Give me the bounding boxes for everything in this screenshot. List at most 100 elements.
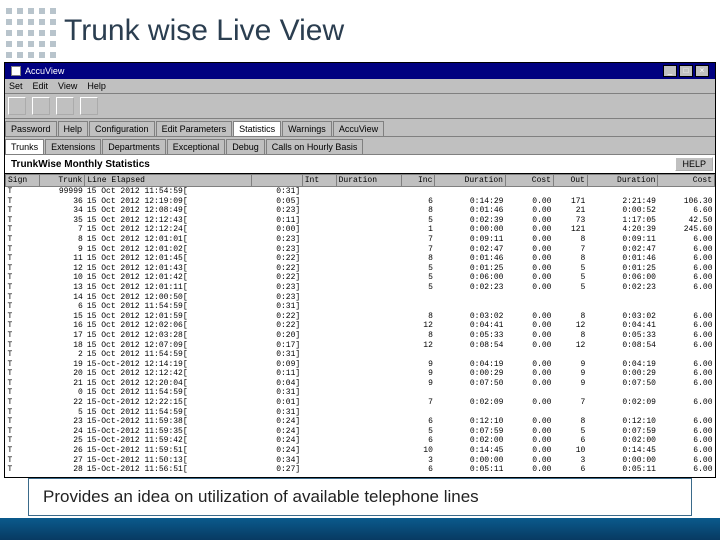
table-row[interactable]: T2415-Oct-2012 11:59:35[0:24]50:07:590.0… — [6, 427, 715, 437]
table-row[interactable]: T2215-Oct-2012 12:22:15[0:01]70:02:090.0… — [6, 398, 715, 408]
cell: 0:01:25 — [587, 264, 658, 274]
cell: T — [6, 369, 40, 379]
table-row[interactable]: T1215 Oct 2012 12:01:43[0:22]50:01:250.0… — [6, 264, 715, 274]
cell: T — [6, 388, 40, 398]
table-row[interactable]: T215 Oct 2012 11:54:59[0:31] — [6, 350, 715, 360]
cell: 6 — [401, 465, 435, 475]
cell — [302, 293, 336, 303]
table-row[interactable]: T615 Oct 2012 11:54:59[0:31] — [6, 302, 715, 312]
tab-accuview[interactable]: AccuView — [333, 121, 384, 136]
subtab-extensions[interactable]: Extensions — [45, 139, 101, 154]
toolbar-button-2[interactable] — [32, 97, 50, 115]
cell — [505, 388, 553, 398]
table-row[interactable]: T1415 Oct 2012 12:00:50[0:23] — [6, 293, 715, 303]
cell: T — [6, 283, 40, 293]
table-row[interactable]: T715 Oct 2012 12:12:24[0:00]10:00:000.00… — [6, 225, 715, 235]
cell: 6 — [40, 302, 85, 312]
menu-set[interactable]: Set — [9, 81, 23, 91]
cell — [401, 293, 435, 303]
maximize-button[interactable]: □ — [679, 65, 693, 77]
cell: 6.00 — [658, 341, 715, 351]
cell: 0.00 — [505, 321, 553, 331]
cell — [505, 408, 553, 418]
table-row[interactable]: T2315-Oct-2012 11:59:38[0:24]60:12:100.0… — [6, 417, 715, 427]
table-row[interactable]: T915 Oct 2012 12:01:02[0:23]70:02:470.00… — [6, 245, 715, 255]
close-button[interactable]: × — [695, 65, 709, 77]
subtab-exceptional[interactable]: Exceptional — [167, 139, 226, 154]
cell: 8 — [553, 235, 587, 245]
help-button[interactable]: HELP — [675, 157, 713, 171]
table-row[interactable]: T1515 Oct 2012 12:01:59[0:22]80:03:020.0… — [6, 312, 715, 322]
tab-help[interactable]: Help — [58, 121, 89, 136]
tab-edit-parameters[interactable]: Edit Parameters — [156, 121, 233, 136]
tab-configuration[interactable]: Configuration — [89, 121, 155, 136]
table-row[interactable]: T3415 Oct 2012 12:08:49[0:23]80:01:460.0… — [6, 206, 715, 216]
menu-help[interactable]: Help — [87, 81, 106, 91]
table-row[interactable]: T1715 Oct 2012 12:03:28[0:20]80:05:330.0… — [6, 331, 715, 341]
table-row[interactable]: T1815 Oct 2012 12:07:09[0:17]120:08:540.… — [6, 341, 715, 351]
cell: 42.50 — [658, 216, 715, 226]
col-header[interactable]: Cost — [658, 175, 715, 187]
tab-statistics[interactable]: Statistics — [233, 121, 281, 136]
subtab-departments[interactable]: Departments — [102, 139, 166, 154]
cell — [302, 446, 336, 456]
col-header[interactable]: Out — [553, 175, 587, 187]
table-row[interactable]: T3515 Oct 2012 12:12:43[0:11]50:02:390.0… — [6, 216, 715, 226]
table-row[interactable]: T2815-Oct-2012 11:56:51[0:27]60:05:110.0… — [6, 465, 715, 475]
col-header[interactable]: Trunk — [40, 175, 85, 187]
cell: T — [6, 398, 40, 408]
cell: 0:04:41 — [435, 321, 506, 331]
col-header[interactable]: Int — [302, 175, 336, 187]
toolbar-button-1[interactable] — [8, 97, 26, 115]
table-row[interactable]: T3615 Oct 2012 12:19:09[0:05]60:14:290.0… — [6, 197, 715, 207]
table-row[interactable]: T1615 Oct 2012 12:02:06[0:22]120:04:410.… — [6, 321, 715, 331]
table-row[interactable]: T2715-Oct-2012 11:50:13[0:34]30:00:000.0… — [6, 456, 715, 466]
cell: 0:04:19 — [435, 360, 506, 370]
cell: 15 Oct 2012 11:54:59[ — [85, 408, 252, 418]
table-row[interactable]: T1315 Oct 2012 12:01:11[0:23]50:02:230.0… — [6, 283, 715, 293]
table-row[interactable]: T9999915 Oct 2012 11:54:59[0:31] — [6, 187, 715, 197]
cell: 0:03:02 — [587, 312, 658, 322]
cell — [587, 302, 658, 312]
col-header[interactable]: Sign — [6, 175, 40, 187]
col-header[interactable]: Cost — [505, 175, 553, 187]
col-header[interactable] — [251, 175, 302, 187]
subtab-trunks[interactable]: Trunks — [5, 139, 44, 154]
cell — [302, 197, 336, 207]
tab-password[interactable]: Password — [5, 121, 57, 136]
cell — [336, 465, 401, 475]
table-row[interactable]: T1015 Oct 2012 12:01:42[0:22]50:06:000.0… — [6, 273, 715, 283]
col-header[interactable]: Inc — [401, 175, 435, 187]
table-row[interactable]: T015 Oct 2012 11:54:59[0:31] — [6, 388, 715, 398]
cell — [336, 436, 401, 446]
cell: 6.00 — [658, 398, 715, 408]
content-header: TrunkWise Monthly Statistics HELP — [5, 155, 715, 174]
cell: 0:09:11 — [435, 235, 506, 245]
table-row[interactable]: T515 Oct 2012 11:54:59[0:31] — [6, 408, 715, 418]
toolbar-button-3[interactable] — [56, 97, 74, 115]
table-row[interactable]: T2115 Oct 2012 12:20:04[0:04]90:07:500.0… — [6, 379, 715, 389]
toolbar-button-4[interactable] — [80, 97, 98, 115]
col-header[interactable]: Duration — [587, 175, 658, 187]
subtab-debug[interactable]: Debug — [226, 139, 265, 154]
table-row[interactable]: T2515-Oct-2012 11:59:42[0:24]60:02:000.0… — [6, 436, 715, 446]
table-row[interactable]: T815 Oct 2012 12:01:01[0:23]70:09:110.00… — [6, 235, 715, 245]
cell — [336, 302, 401, 312]
minimize-button[interactable]: _ — [663, 65, 677, 77]
table-row[interactable]: T2615-Oct-2012 11:59:51[0:24]100:14:450.… — [6, 446, 715, 456]
subtab-calls-on-hourly-basis[interactable]: Calls on Hourly Basis — [266, 139, 364, 154]
cell: 0:22] — [251, 321, 302, 331]
cell: 12 — [40, 264, 85, 274]
cell: 15 — [40, 312, 85, 322]
cell: T — [6, 187, 40, 197]
col-header[interactable]: Duration — [435, 175, 506, 187]
cell: 15 Oct 2012 12:01:45[ — [85, 254, 252, 264]
menu-edit[interactable]: Edit — [33, 81, 49, 91]
table-row[interactable]: T1915-Oct-2012 12:14:19[0:09]90:04:190.0… — [6, 360, 715, 370]
table-row[interactable]: T1115 Oct 2012 12:01:45[0:22]80:01:460.0… — [6, 254, 715, 264]
col-header[interactable]: Duration — [336, 175, 401, 187]
col-header[interactable]: Line Elapsed — [85, 175, 252, 187]
tab-warnings[interactable]: Warnings — [282, 121, 332, 136]
table-row[interactable]: T2015 Oct 2012 12:12:42[0:11]90:00:290.0… — [6, 369, 715, 379]
menu-view[interactable]: View — [58, 81, 77, 91]
